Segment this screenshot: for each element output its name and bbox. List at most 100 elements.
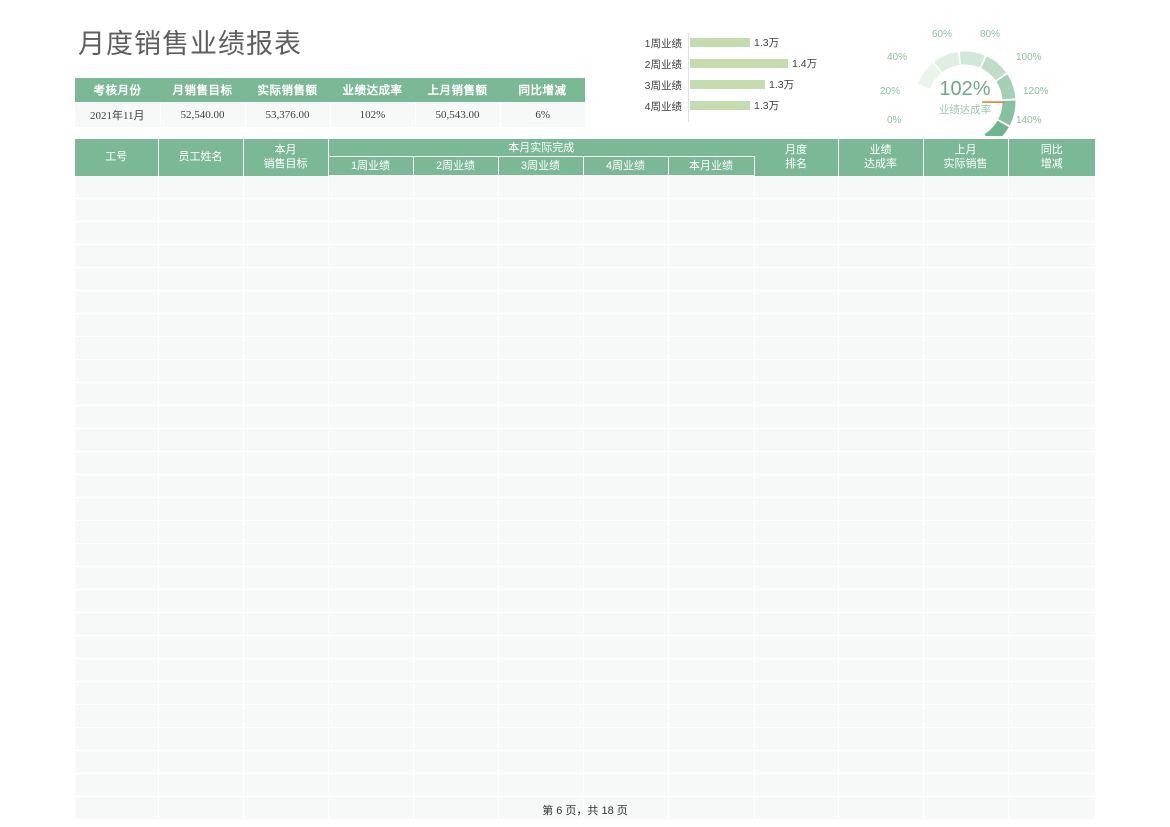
table-cell[interactable] (328, 336, 414, 360)
table-cell[interactable] (754, 658, 839, 682)
table-cell[interactable] (1008, 474, 1096, 498)
table-cell[interactable] (1008, 382, 1096, 406)
table-cell[interactable] (158, 773, 244, 797)
table-cell[interactable] (498, 566, 584, 590)
table-cell[interactable] (328, 267, 414, 291)
table-cell[interactable] (75, 612, 159, 636)
table-cell[interactable] (1008, 543, 1096, 567)
table-cell[interactable] (243, 336, 329, 360)
table-row[interactable] (75, 405, 1096, 429)
table-cell[interactable] (668, 175, 755, 199)
table-cell[interactable] (243, 773, 329, 797)
table-cell[interactable] (668, 405, 755, 429)
table-cell[interactable] (668, 428, 755, 452)
table-cell[interactable] (328, 750, 414, 774)
table-cell[interactable] (1008, 727, 1096, 751)
table-cell[interactable] (754, 543, 839, 567)
table-cell[interactable] (754, 635, 839, 659)
table-cell[interactable] (413, 267, 499, 291)
table-cell[interactable] (923, 773, 1009, 797)
table-cell[interactable] (583, 658, 669, 682)
table-cell[interactable] (1008, 290, 1096, 314)
table-cell[interactable] (243, 313, 329, 337)
table-cell[interactable] (498, 612, 584, 636)
table-cell[interactable] (413, 750, 499, 774)
table-cell[interactable] (413, 428, 499, 452)
table-cell[interactable] (413, 313, 499, 337)
table-cell[interactable] (923, 497, 1009, 521)
table-cell[interactable] (243, 267, 329, 291)
table-cell[interactable] (838, 267, 924, 291)
table-cell[interactable] (158, 267, 244, 291)
table-cell[interactable] (243, 451, 329, 475)
table-cell[interactable] (923, 612, 1009, 636)
table-cell[interactable] (923, 428, 1009, 452)
table-cell[interactable] (668, 612, 755, 636)
table-cell[interactable] (75, 221, 159, 245)
table-cell[interactable] (75, 566, 159, 590)
table-cell[interactable] (413, 382, 499, 406)
table-cell[interactable] (583, 520, 669, 544)
table-cell[interactable] (328, 727, 414, 751)
table-cell[interactable] (75, 727, 159, 751)
table-cell[interactable] (413, 589, 499, 613)
table-cell[interactable] (923, 589, 1009, 613)
table-cell[interactable] (1008, 566, 1096, 590)
table-cell[interactable] (158, 543, 244, 567)
table-cell[interactable] (1008, 704, 1096, 728)
table-cell[interactable] (498, 359, 584, 383)
table-cell[interactable] (413, 244, 499, 268)
table-cell[interactable] (838, 405, 924, 429)
table-cell[interactable] (498, 267, 584, 291)
table-cell[interactable] (498, 704, 584, 728)
table-cell[interactable] (1008, 612, 1096, 636)
table-cell[interactable] (583, 589, 669, 613)
table-cell[interactable] (498, 543, 584, 567)
table-cell[interactable] (328, 175, 414, 199)
table-cell[interactable] (498, 382, 584, 406)
table-cell[interactable] (1008, 175, 1096, 199)
table-cell[interactable] (413, 451, 499, 475)
table-row[interactable] (75, 773, 1096, 797)
table-cell[interactable] (243, 727, 329, 751)
table-cell[interactable] (838, 727, 924, 751)
table-cell[interactable] (243, 566, 329, 590)
table-cell[interactable] (243, 543, 329, 567)
table-cell[interactable] (923, 267, 1009, 291)
table-cell[interactable] (583, 175, 669, 199)
table-cell[interactable] (754, 198, 839, 222)
table-cell[interactable] (75, 658, 159, 682)
table-cell[interactable] (498, 635, 584, 659)
table-cell[interactable] (158, 221, 244, 245)
table-cell[interactable] (583, 290, 669, 314)
table-cell[interactable] (1008, 658, 1096, 682)
table-cell[interactable] (583, 704, 669, 728)
table-cell[interactable] (923, 175, 1009, 199)
table-cell[interactable] (754, 313, 839, 337)
table-cell[interactable] (75, 382, 159, 406)
table-cell[interactable] (75, 244, 159, 268)
table-row[interactable] (75, 382, 1096, 406)
table-cell[interactable] (668, 313, 755, 337)
table-cell[interactable] (838, 451, 924, 475)
table-row[interactable] (75, 635, 1096, 659)
table-row[interactable] (75, 175, 1096, 199)
table-cell[interactable] (328, 474, 414, 498)
table-cell[interactable] (75, 589, 159, 613)
table-cell[interactable] (838, 750, 924, 774)
table-cell[interactable] (413, 497, 499, 521)
table-row[interactable] (75, 658, 1096, 682)
table-cell[interactable] (838, 658, 924, 682)
table-cell[interactable] (923, 221, 1009, 245)
table-cell[interactable] (838, 428, 924, 452)
table-row[interactable] (75, 474, 1096, 498)
table-cell[interactable] (328, 566, 414, 590)
table-cell[interactable] (243, 359, 329, 383)
table-cell[interactable] (158, 428, 244, 452)
table-cell[interactable] (413, 474, 499, 498)
table-cell[interactable] (328, 382, 414, 406)
table-cell[interactable] (158, 520, 244, 544)
table-cell[interactable] (923, 405, 1009, 429)
table-cell[interactable] (838, 566, 924, 590)
table-cell[interactable] (668, 382, 755, 406)
